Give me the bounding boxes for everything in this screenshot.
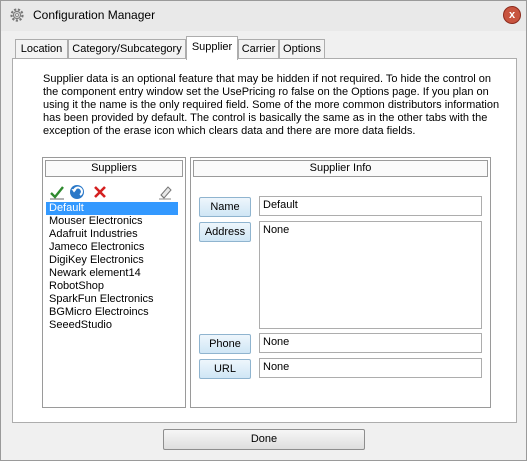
tab-label: Carrier: [241, 43, 276, 55]
name-button[interactable]: Name: [199, 197, 251, 217]
done-button[interactable]: Done: [163, 429, 365, 450]
list-item[interactable]: SparkFun Electronics: [46, 293, 184, 306]
undo-icon[interactable]: [69, 184, 85, 200]
checkmark-icon[interactable]: [49, 184, 65, 200]
list-item[interactable]: Default: [46, 202, 178, 215]
configuration-manager-window: Configuration Manager x Location Categor…: [0, 0, 527, 461]
window-title: Configuration Manager: [33, 8, 156, 22]
tab-label: Category/Subcategory: [72, 43, 182, 55]
supplier-info-header: Supplier Info: [193, 160, 488, 177]
tab-location[interactable]: Location: [15, 39, 68, 59]
list-item[interactable]: RobotShop: [46, 280, 184, 293]
address-button[interactable]: Address: [199, 222, 251, 242]
list-item[interactable]: SeeedStudio: [46, 319, 184, 332]
tab-category-subcategory[interactable]: Category/Subcategory: [68, 39, 186, 59]
phone-field[interactable]: None: [259, 333, 482, 353]
suppliers-group: Suppliers Default Mouser Electronics Ada…: [42, 157, 186, 408]
erase-icon[interactable]: [157, 184, 173, 200]
suppliers-list[interactable]: Default Mouser Electronics Adafruit Indu…: [46, 202, 184, 332]
supplier-tab-panel: Supplier data is an optional feature tha…: [12, 58, 517, 423]
tab-label: Supplier: [191, 41, 233, 53]
url-field[interactable]: None: [259, 358, 482, 378]
list-item[interactable]: Jameco Electronics: [46, 241, 184, 254]
supplier-description: Supplier data is an optional feature tha…: [43, 73, 500, 137]
list-item[interactable]: Adafruit Industries: [46, 228, 184, 241]
url-button[interactable]: URL: [199, 359, 251, 379]
phone-button[interactable]: Phone: [199, 334, 251, 354]
delete-icon[interactable]: [92, 184, 108, 200]
close-button[interactable]: x: [503, 6, 521, 24]
title-bar: Configuration Manager x: [1, 1, 526, 31]
tab-options[interactable]: Options: [279, 39, 325, 59]
address-field[interactable]: None: [259, 221, 482, 329]
name-field[interactable]: Default: [259, 196, 482, 216]
suppliers-header: Suppliers: [45, 160, 183, 177]
tab-carrier[interactable]: Carrier: [238, 39, 279, 59]
tab-supplier[interactable]: Supplier: [186, 36, 238, 60]
list-item[interactable]: Mouser Electronics: [46, 215, 184, 228]
tab-label: Location: [20, 43, 63, 55]
list-item[interactable]: Newark element14: [46, 267, 184, 280]
list-item[interactable]: BGMicro Electroincs: [46, 306, 184, 319]
list-item[interactable]: DigiKey Electronics: [46, 254, 184, 267]
tab-label: Options: [283, 43, 321, 55]
gear-icon: [10, 8, 24, 22]
supplier-info-group: Supplier Info Name Default Address None …: [190, 157, 491, 408]
close-icon: x: [508, 9, 516, 21]
